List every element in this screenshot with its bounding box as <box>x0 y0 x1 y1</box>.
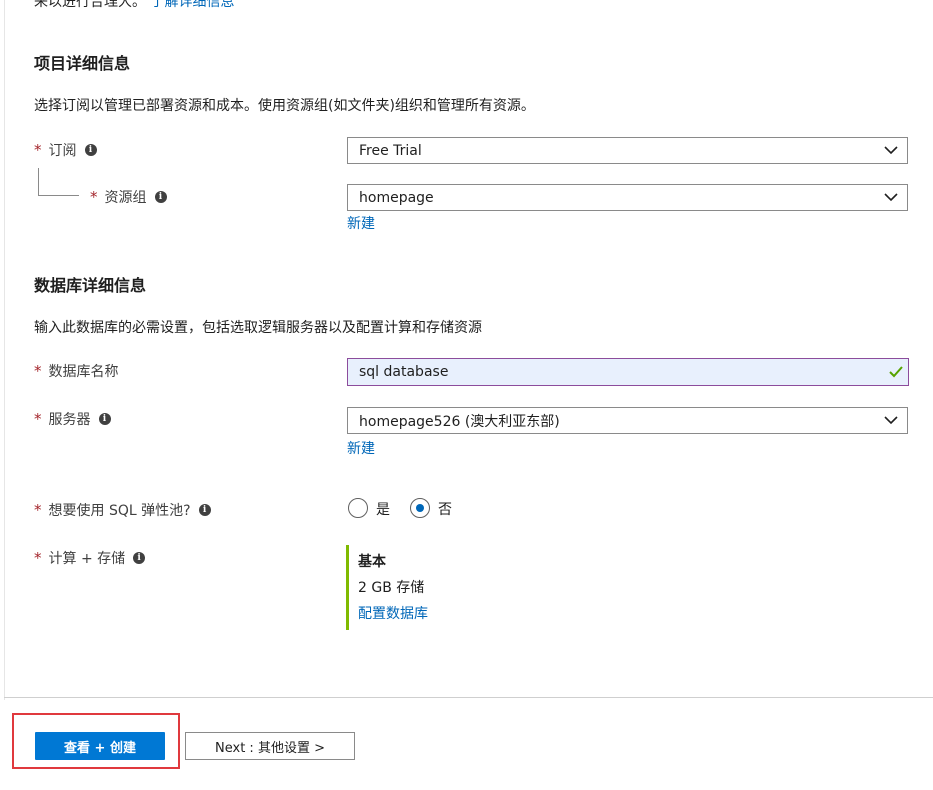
elastic-pool-no-label[interactable]: 否 <box>438 499 452 519</box>
panel-left-border <box>0 0 5 700</box>
required-marker: * <box>34 501 42 519</box>
top-partial-text: 来以进行合理大。 了解详细信息 <box>34 0 234 11</box>
required-marker: * <box>90 188 98 206</box>
compute-storage-size: 2 GB 存储 <box>358 580 425 596</box>
elastic-pool-label: * 想要使用 SQL 弹性池? i <box>34 500 211 520</box>
required-marker: * <box>34 362 42 380</box>
database-name-label-text: 数据库名称 <box>48 364 119 380</box>
resource-group-label-text: 资源组 <box>104 190 147 206</box>
resource-group-select[interactable]: homepage <box>347 184 908 211</box>
chevron-down-icon <box>884 193 898 202</box>
configure-database-link[interactable]: 配置数据库 <box>358 603 428 623</box>
top-partial-description: 来以进行合理大。 <box>34 0 146 10</box>
resource-group-label: * 资源组 i <box>90 187 167 207</box>
elastic-pool-yes-radio[interactable] <box>348 498 368 518</box>
server-label-text: 服务器 <box>48 412 91 428</box>
compute-tier: 基本 <box>358 554 386 570</box>
checkmark-icon <box>889 366 903 378</box>
database-name-value: sql database <box>359 364 449 380</box>
project-details-description: 选择订阅以管理已部署资源和成本。使用资源组(如文件夹)组织和管理所有资源。 <box>34 98 535 114</box>
info-icon[interactable]: i <box>133 552 146 564</box>
database-details-description: 输入此数据库的必需设置，包括选取逻辑服务器以及配置计算和存储资源 <box>34 320 482 336</box>
next-additional-settings-button[interactable]: Next : 其他设置 > <box>185 732 355 760</box>
elastic-pool-yes-label[interactable]: 是 <box>376 499 390 519</box>
server-select[interactable]: homepage526 (澳大利亚东部) <box>347 407 908 434</box>
chevron-down-icon <box>884 146 898 155</box>
subscription-select[interactable]: Free Trial <box>347 137 908 164</box>
subscription-value: Free Trial <box>359 142 422 159</box>
resource-group-value: homepage <box>359 189 434 206</box>
subscription-label: * 订阅 i <box>34 140 97 160</box>
required-marker: * <box>34 141 42 159</box>
elastic-pool-label-text: 想要使用 SQL 弹性池? <box>48 503 191 519</box>
elastic-pool-no-radio[interactable] <box>410 498 430 518</box>
info-icon[interactable]: i <box>98 413 111 425</box>
database-details-title: 数据库详细信息 <box>34 276 147 295</box>
learn-more-link[interactable]: 了解详细信息 <box>150 0 234 10</box>
compute-summary-bar <box>346 545 349 630</box>
database-name-label: * 数据库名称 <box>34 361 119 381</box>
subscription-label-text: 订阅 <box>48 143 77 159</box>
new-server-link[interactable]: 新建 <box>347 438 375 458</box>
database-name-input[interactable]: sql database <box>347 358 909 386</box>
info-icon[interactable]: i <box>154 191 167 203</box>
info-icon[interactable]: i <box>84 144 97 156</box>
server-label: * 服务器 i <box>34 409 111 429</box>
chevron-down-icon <box>884 416 898 425</box>
server-value: homepage526 (澳大利亚东部) <box>359 413 560 430</box>
tree-connector <box>38 168 79 196</box>
footer-divider <box>4 697 933 698</box>
info-icon[interactable]: i <box>198 504 211 516</box>
project-details-title: 项目详细信息 <box>34 54 131 73</box>
required-marker: * <box>34 410 42 428</box>
required-marker: * <box>34 549 42 567</box>
compute-storage-label: * 计算 + 存储 i <box>34 548 146 568</box>
compute-storage-label-text: 计算 + 存储 <box>48 551 126 567</box>
review-create-button[interactable]: 查看 + 创建 <box>35 732 165 760</box>
new-resource-group-link[interactable]: 新建 <box>347 213 375 233</box>
